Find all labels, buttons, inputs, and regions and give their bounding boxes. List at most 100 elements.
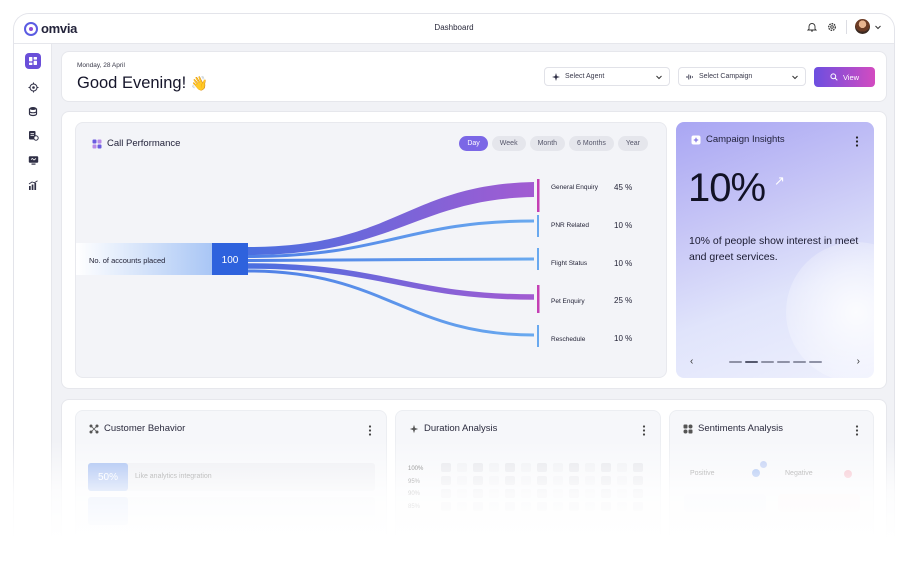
- database-icon: [28, 106, 37, 116]
- target-bar-pet-enquiry: [537, 285, 540, 313]
- sidebar-item-dashboard[interactable]: [25, 53, 41, 69]
- negative-tile: [778, 494, 860, 512]
- select-campaign-dropdown[interactable]: Select Campaign: [678, 67, 806, 86]
- target-bar-pnr-related: [537, 215, 539, 237]
- campaign-insights-title-text: Campaign Insights: [706, 134, 785, 145]
- bell-icon[interactable]: [806, 21, 818, 33]
- sidebar-item-analytics[interactable]: [25, 177, 41, 193]
- positive-dot: [760, 461, 767, 468]
- more-options-icon[interactable]: [855, 134, 859, 152]
- behavior-row: 50% Like analytics integration: [88, 463, 375, 491]
- greeting-text: Good Evening!: [77, 74, 187, 92]
- carousel-dot[interactable]: [760, 360, 774, 363]
- search-icon: [830, 73, 838, 81]
- avatar[interactable]: [855, 19, 870, 34]
- source-label: No. of accounts placed: [89, 256, 165, 265]
- insight-value: 10%: [688, 166, 766, 210]
- target-label: Reschedule: [551, 336, 586, 343]
- target-label: General Enquiry: [551, 184, 599, 191]
- call-performance-title: Call Performance: [92, 138, 180, 149]
- chevron-down-icon[interactable]: [872, 21, 884, 33]
- sparkle-icon: [552, 72, 560, 81]
- chevron-down-icon: [656, 75, 662, 80]
- target-value: 10 %: [614, 221, 632, 230]
- dashboard-icon: [29, 57, 37, 65]
- negative-dot: [844, 470, 852, 478]
- view-button[interactable]: View: [814, 67, 875, 87]
- flow-general-enquiry: [248, 182, 534, 255]
- waveform-icon: [686, 74, 693, 79]
- view-button-label: View: [842, 72, 860, 82]
- carousel-dot[interactable]: [792, 360, 806, 363]
- duration-y-label: 90%: [408, 491, 421, 497]
- campaign-insights-card: Campaign Insights 10% ↗ 10% of people sh…: [676, 122, 874, 378]
- negative-label: Negative: [785, 470, 813, 477]
- arrow-up-right-icon: ↗: [774, 173, 785, 188]
- carousel-dot[interactable]: [776, 360, 790, 363]
- duration-analysis-title: Duration Analysis: [409, 423, 497, 434]
- sidebar-item-settings-list[interactable]: [25, 127, 41, 143]
- sidebar-item-database[interactable]: [25, 103, 41, 119]
- tab-day[interactable]: Day: [459, 136, 488, 151]
- page-title: Dashboard: [434, 23, 474, 32]
- grid-icon: [92, 139, 102, 148]
- date-label: Monday, 28 April: [77, 62, 125, 69]
- top-bar: omvia Dashboard: [14, 14, 894, 44]
- sidebar-item-monitor[interactable]: [25, 152, 41, 168]
- duration-y-label: 95%: [408, 478, 421, 485]
- sentiments-analysis-card: Sentiments Analysis Positive Negative: [669, 410, 874, 560]
- target-value: 10 %: [614, 334, 632, 343]
- select-campaign-label: Select Campaign: [699, 73, 753, 80]
- select-agent-dropdown[interactable]: Select Agent: [544, 67, 670, 86]
- greeting-card: Monday, 28 April Good Evening! 👋 Select …: [61, 51, 887, 102]
- target-value: 45 %: [614, 183, 632, 192]
- carousel-dot[interactable]: [728, 360, 742, 363]
- greeting-title: Good Evening! 👋: [77, 74, 208, 93]
- sidebar: [14, 44, 52, 573]
- tab-year[interactable]: Year: [617, 136, 648, 151]
- tab-month[interactable]: Month: [529, 136, 566, 151]
- duration-icon: [409, 424, 419, 433]
- duration-analysis-title-text: Duration Analysis: [424, 423, 498, 434]
- campaign-insights-title: Campaign Insights: [691, 134, 785, 145]
- carousel-dot[interactable]: [744, 360, 758, 363]
- carousel-dot[interactable]: [808, 360, 822, 363]
- tab-6-months[interactable]: 6 Months: [569, 136, 614, 151]
- chevron-down-icon: [792, 75, 798, 80]
- customer-behavior-card: Customer Behavior 50% Like analytics int…: [75, 410, 387, 560]
- target-bar-reschedule: [537, 325, 539, 347]
- target-label: Flight Status: [551, 260, 588, 267]
- target-icon: [28, 82, 38, 92]
- target-bar-general-enquiry: [537, 179, 540, 212]
- carousel-dots: [728, 360, 822, 363]
- target-label: PNR Related: [551, 222, 589, 229]
- flow-pet-enquiry: [247, 263, 535, 300]
- gear-icon[interactable]: [826, 21, 838, 33]
- behavior-row-label: Like analytics integration: [135, 473, 212, 480]
- more-options-icon[interactable]: [368, 423, 372, 441]
- chevron-right-icon[interactable]: ›: [857, 356, 860, 367]
- duration-analysis-card: Duration Analysis 100% 95% 90% 85%: [395, 410, 661, 560]
- divider: [846, 19, 847, 34]
- period-tabs: Day Week Month 6 Months Year: [459, 136, 648, 151]
- target-value: 25 %: [614, 296, 632, 305]
- target-bar-flight-status: [537, 248, 539, 270]
- tab-week[interactable]: Week: [491, 136, 526, 151]
- customer-behavior-title-text: Customer Behavior: [104, 423, 186, 434]
- waving-hand-icon: 👋: [190, 75, 209, 91]
- chevron-left-icon[interactable]: ‹: [690, 356, 693, 367]
- duration-y-label: 100%: [408, 466, 424, 472]
- select-agent-label: Select Agent: [565, 73, 605, 80]
- sankey-diagram: No. of accounts placed 100 General Enqui…: [76, 179, 632, 347]
- more-options-icon[interactable]: [642, 423, 646, 441]
- app-window: omvia Dashboard Monday, 28 April Good Ev…: [13, 13, 895, 573]
- sidebar-item-targets[interactable]: [25, 79, 41, 95]
- positive-dot: [752, 469, 760, 477]
- duration-y-axis: 100% 95% 90% 85%: [408, 463, 423, 513]
- positive-tile: [684, 494, 766, 512]
- behavior-row: [88, 497, 375, 525]
- source-value: 100: [222, 255, 239, 266]
- performance-section: Call Performance Day Week Month 6 Months…: [61, 111, 887, 389]
- more-options-icon[interactable]: [855, 423, 859, 441]
- sentiments-icon: [683, 424, 693, 433]
